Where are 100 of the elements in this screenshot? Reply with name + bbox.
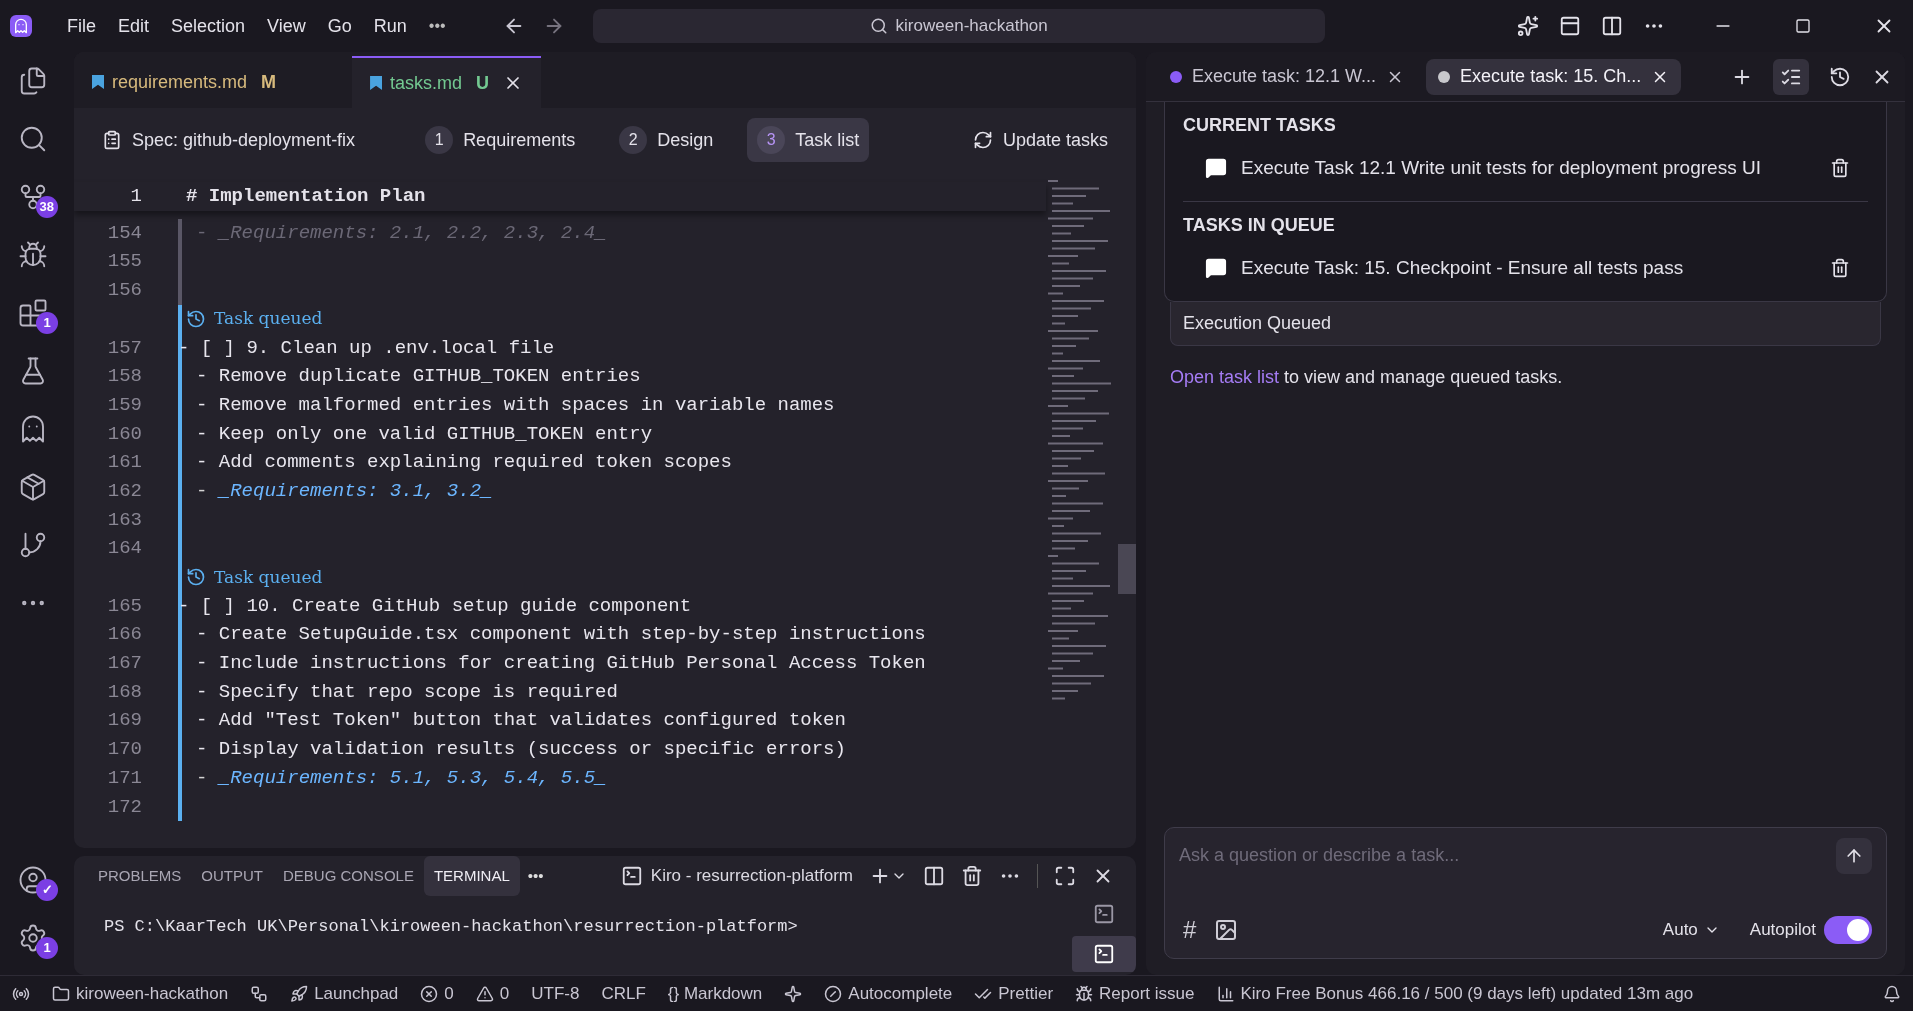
restore-icon[interactable]	[1795, 18, 1811, 34]
line-number: 170	[106, 737, 142, 763]
bug-icon[interactable]	[18, 240, 48, 270]
panel-tab[interactable]: OUTPUT	[191, 856, 274, 896]
files-icon[interactable]	[18, 66, 48, 96]
chat-bubble-icon	[1205, 157, 1227, 179]
autopilot-toggle[interactable]	[1824, 916, 1872, 944]
chat-tab[interactable]: Execute task: 15. Ch...	[1426, 58, 1682, 95]
task-line: - [ ] 9. Clean up .env.local file	[178, 335, 555, 361]
trash-icon[interactable]	[961, 865, 983, 887]
step-tab[interactable]: 2 Design	[609, 118, 724, 162]
trash-icon[interactable]	[1830, 258, 1850, 278]
line-number: 1	[129, 184, 142, 210]
menu-item[interactable]: Edit	[109, 12, 159, 40]
menu-item[interactable]: View	[258, 12, 315, 40]
task-line: - [ ] 10. Create GitHub setup guide component	[178, 593, 692, 619]
status-item[interactable]: kiroween-hackathon	[76, 980, 229, 1007]
bar-chart-icon[interactable]	[1216, 984, 1235, 1003]
execution-status: Execution Queued	[1170, 302, 1881, 346]
open-task-list-link[interactable]: Open task list	[1170, 367, 1280, 387]
more-button[interactable]: •••	[519, 864, 552, 888]
line-number: 154	[106, 220, 142, 246]
menu-item[interactable]: Run	[364, 12, 416, 40]
panel-icon[interactable]	[1559, 15, 1581, 37]
folder-icon[interactable]	[52, 984, 70, 1003]
model-dropdown[interactable]: Auto	[1662, 917, 1720, 943]
editor-tab[interactable]: requirements.md M	[74, 56, 353, 108]
terminal-icon	[1093, 903, 1115, 925]
code-line: - _Requirements: 5.1, 5.3, 5.4, 5.5_	[196, 765, 607, 791]
panel-tab[interactable]: TERMINAL	[423, 856, 520, 896]
menu-item[interactable]: Go	[318, 12, 361, 40]
update-tasks-button[interactable]: Update tasks	[972, 126, 1108, 154]
scroll-thumb[interactable]	[1118, 544, 1136, 594]
terminal-session[interactable]	[1072, 936, 1136, 972]
step-tab[interactable]: 1 Requirements	[415, 118, 586, 162]
step-number: 1	[425, 126, 454, 154]
status-item[interactable]: Report issue	[1099, 980, 1195, 1007]
history-icon[interactable]	[1829, 65, 1851, 88]
maximize-icon[interactable]	[1054, 865, 1076, 887]
queued-task[interactable]: Execute Task: 15. Checkpoint - Ensure all tests pass	[1183, 245, 1868, 291]
trash-icon[interactable]	[1830, 158, 1850, 178]
image-icon[interactable]	[1214, 918, 1239, 942]
chat-tab[interactable]: Execute task: 12.1 W...	[1158, 58, 1417, 95]
chat-input[interactable]: Ask a question or describe a task...	[1179, 842, 1836, 869]
status-item[interactable]: UTF-8	[531, 980, 580, 1007]
step-number: 2	[619, 126, 648, 154]
search-icon	[869, 17, 888, 35]
panel-tab[interactable]: DEBUG CONSOLE	[273, 856, 424, 896]
warning-icon[interactable]	[475, 984, 494, 1003]
autopilot-label: Autopilot	[1749, 919, 1816, 942]
split-icon[interactable]	[1601, 15, 1623, 37]
status-item[interactable]: CRLF	[601, 980, 646, 1007]
line-number: 159	[106, 392, 142, 418]
menu-item[interactable]: Selection	[162, 12, 255, 40]
count-badge: 1	[36, 937, 58, 959]
task-status-link[interactable]: Task queued	[214, 564, 323, 591]
line-number: 156	[106, 278, 142, 304]
command-search[interactable]: kiroween-hackathon	[592, 9, 1325, 43]
error-icon[interactable]	[420, 984, 439, 1003]
send-button[interactable]	[1836, 838, 1872, 874]
status-item[interactable]: Launchpad	[314, 980, 399, 1007]
line-number: 155	[106, 249, 142, 275]
rocket-icon[interactable]	[290, 984, 309, 1003]
status-item[interactable]: {} Markdown	[667, 980, 763, 1007]
code-line: - Specify that repo scope is required	[196, 679, 618, 705]
section-heading: CURRENT TASKS	[1183, 114, 1337, 137]
status-item[interactable]: Kiro Free Bonus 466.16 / 500 (9 days left) updated 13m ago	[1240, 980, 1694, 1007]
code-line: - Add comments explaining required token scopes	[196, 450, 732, 476]
count-badge: ✓	[36, 879, 58, 901]
editor-tab[interactable]: tasks.md U	[352, 56, 542, 108]
bell-icon[interactable]	[1883, 984, 1901, 1003]
queued-task[interactable]: Execute Task 12.1 Write unit tests for deployment progress UI	[1183, 145, 1868, 191]
menu-item[interactable]: File	[58, 12, 105, 40]
status-item[interactable]: Prettier	[998, 980, 1054, 1007]
code-line: - Keep only one valid GITHUB_TOKEN entry	[196, 421, 653, 447]
sparkle-icon[interactable]	[784, 984, 803, 1003]
status-item[interactable]: Autocomplete	[848, 980, 953, 1007]
line-number: 172	[106, 794, 142, 820]
branch-icon[interactable]	[18, 530, 48, 560]
sparkle-icon[interactable]	[1517, 15, 1539, 37]
status-item[interactable]: 0	[444, 980, 454, 1007]
context-button[interactable]: #	[1179, 912, 1201, 948]
terminal-name[interactable]: Kiro - resurrection-platform	[650, 863, 853, 889]
split-icon[interactable]	[923, 865, 945, 887]
code-line: - Include instructions for creating GitHub Personal Access Token	[196, 651, 926, 677]
bug-icon[interactable]	[1075, 984, 1094, 1003]
count-badge: 38	[35, 196, 58, 218]
task-list-button[interactable]	[1773, 58, 1809, 95]
task-status-link[interactable]: Task queued	[214, 306, 323, 332]
status-item[interactable]: 0	[499, 980, 510, 1007]
panel-tab[interactable]: PROBLEMS	[88, 856, 192, 896]
more-menu[interactable]: •••	[419, 12, 455, 40]
flow-icon[interactable]	[250, 984, 269, 1003]
line-number: 164	[106, 536, 142, 562]
app-logo[interactable]	[10, 15, 32, 37]
step-tab[interactable]: 3 Task list	[747, 118, 870, 162]
slash-circle-icon[interactable]	[824, 984, 843, 1003]
line-number: 160	[106, 421, 142, 447]
search-icon[interactable]	[18, 124, 48, 154]
package-icon[interactable]	[18, 472, 48, 502]
